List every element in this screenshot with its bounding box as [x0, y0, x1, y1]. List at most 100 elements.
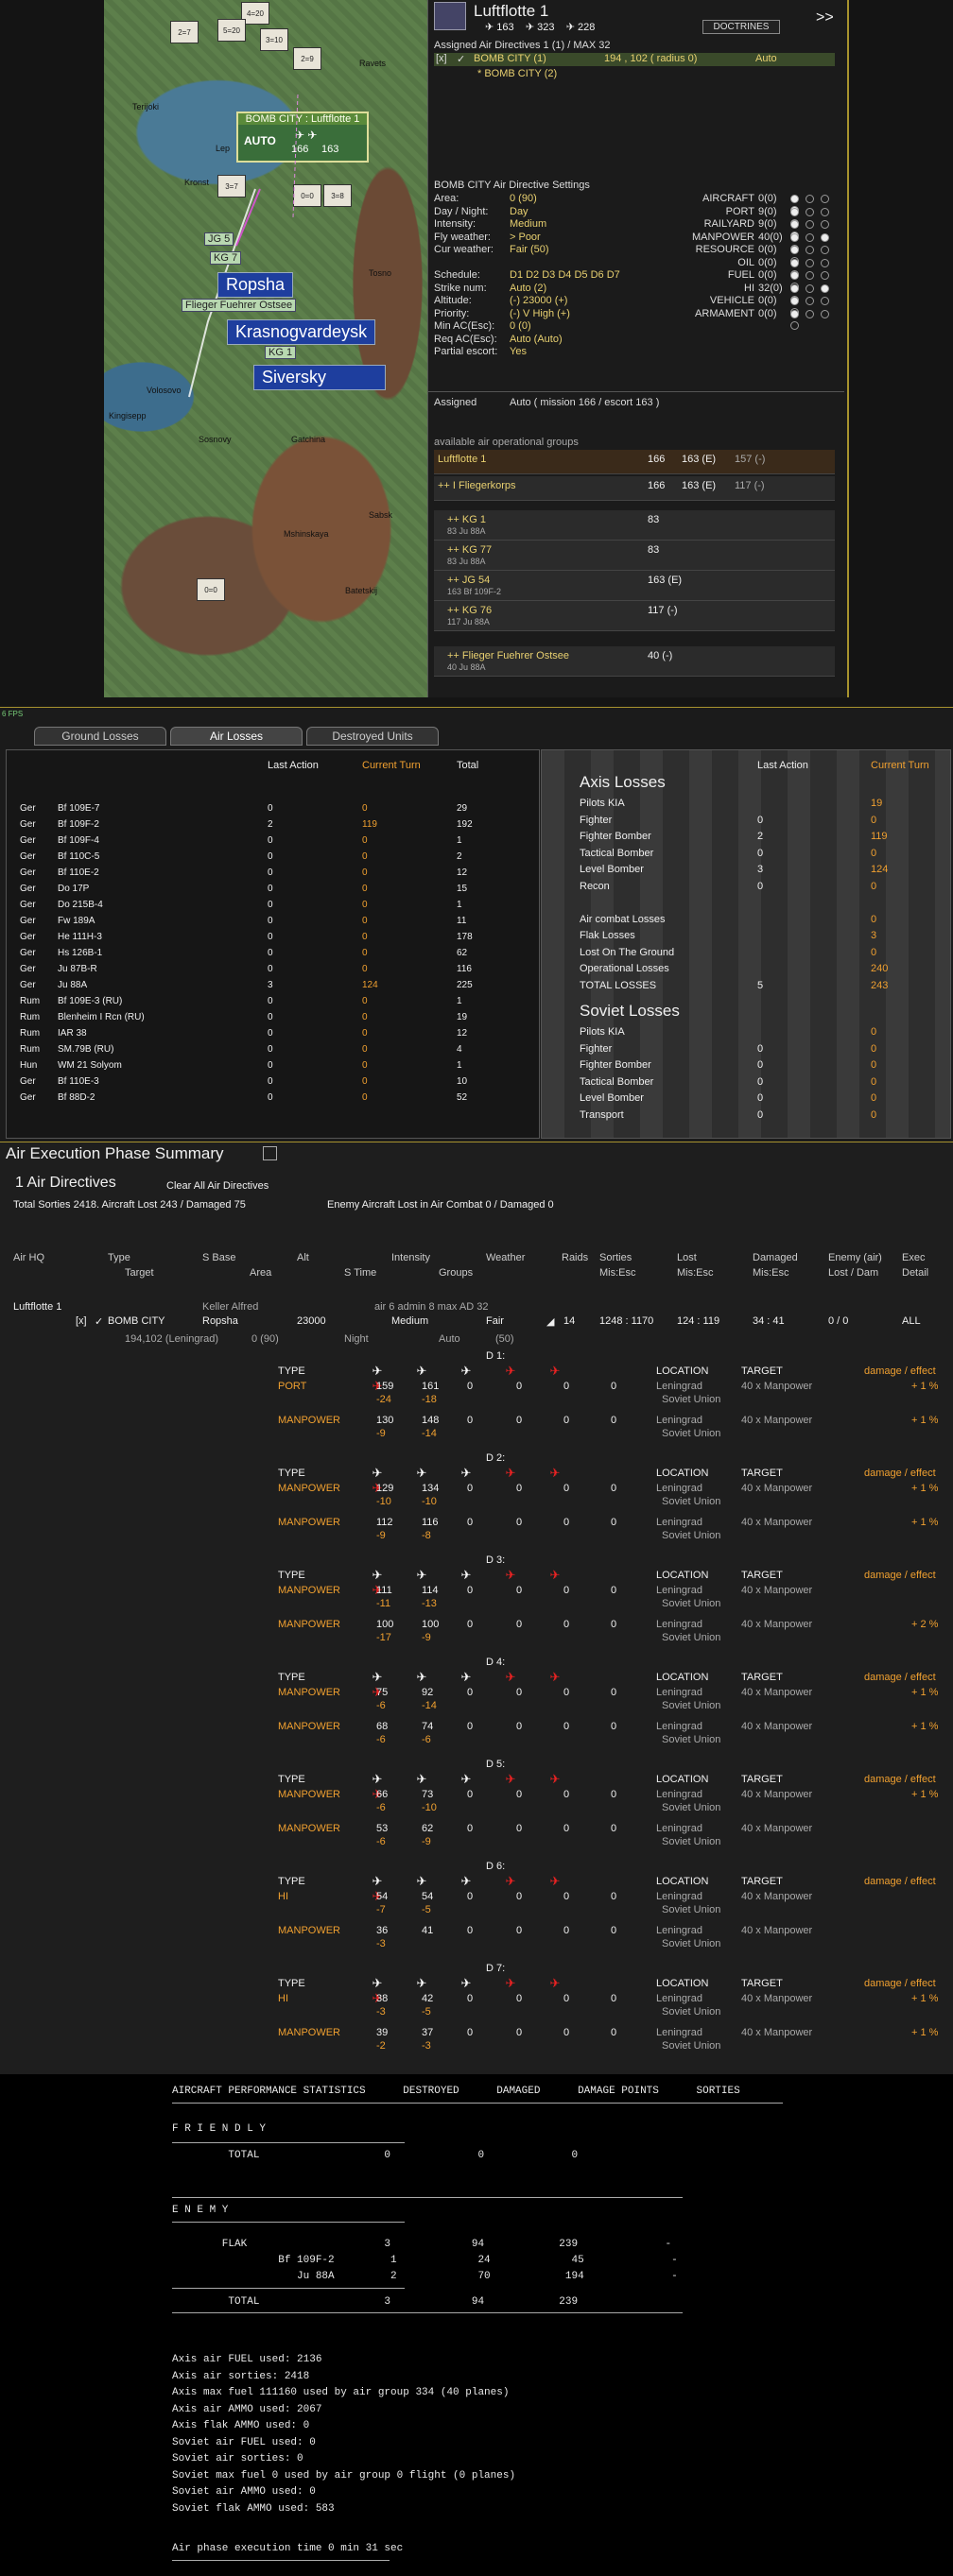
radio-dot[interactable] — [821, 232, 829, 242]
directive-checkbox[interactable]: [x] — [436, 53, 447, 64]
group-row[interactable]: ++ JG 54 163 Bf 109F-2 163 (E) — [434, 571, 835, 601]
unit-label[interactable]: Flieger Fuehrer Ostsee — [182, 299, 297, 312]
radio-dot[interactable] — [806, 297, 814, 305]
radio-dot[interactable] — [790, 309, 799, 318]
directive-checkbox[interactable]: [x] — [76, 1315, 87, 1327]
doctrines-button[interactable]: DOCTRINES — [702, 20, 780, 34]
radio-dot[interactable] — [790, 283, 799, 293]
group-row[interactable]: ++ KG 1 83 Ju 88A 83 — [434, 510, 835, 541]
sorties-b: 92 — [422, 1687, 434, 1698]
clear-all-button[interactable]: Clear All Air Directives — [166, 1180, 269, 1192]
base-label-siversky[interactable]: Siversky — [253, 365, 386, 390]
loss-cell: 0 — [268, 1076, 273, 1087]
next-button[interactable]: >> — [816, 9, 834, 26]
col-header: Mis:Esc — [599, 1267, 636, 1279]
radio-dot[interactable] — [790, 195, 799, 203]
radio-group[interactable] — [790, 309, 849, 333]
summary-icon[interactable] — [263, 1146, 277, 1160]
radio-dot[interactable] — [790, 297, 799, 305]
check-icon: ✓ — [457, 54, 466, 65]
unit-label[interactable]: JG 5 — [204, 232, 234, 246]
radio-dot[interactable] — [806, 195, 814, 203]
zero-value: 0 — [563, 1925, 570, 1936]
panel-title: Luftflotte 1 — [474, 2, 549, 20]
tab-ground-losses[interactable]: Ground Losses — [34, 727, 166, 746]
group-row[interactable]: ++ KG 77 83 Ju 88A 83 — [434, 541, 835, 571]
radio-dot[interactable] — [821, 195, 829, 203]
radio-dot[interactable] — [790, 246, 799, 254]
setting-value[interactable]: Yes — [510, 346, 527, 357]
setting-value[interactable]: Auto (Auto) — [510, 334, 563, 345]
setting-value[interactable]: Fair (50) — [510, 244, 549, 255]
tab-destroyed-units[interactable]: Destroyed Units — [306, 727, 439, 746]
location: Leningrad — [656, 2027, 702, 2038]
directive-row[interactable]: [x] ✓ BOMB CITY (1) 194 , 102 ( radius 0… — [434, 53, 835, 66]
loss-row: Ger Ju 88A 3 124 225 — [7, 980, 536, 994]
country: Soviet Union — [662, 2006, 721, 2018]
setting-value[interactable]: (-) V High (+) — [510, 308, 570, 319]
radio-dot[interactable] — [821, 220, 829, 229]
base-label-ropsha[interactable]: Ropsha — [217, 272, 294, 298]
tab-air-losses[interactable]: Air Losses — [170, 727, 303, 746]
directive-summary-row[interactable]: [x] ✓ BOMB CITY Ropsha 23000 Medium Fair… — [0, 1315, 953, 1332]
radio-dot[interactable] — [821, 207, 829, 216]
radio-dot[interactable] — [821, 297, 829, 305]
setting-value[interactable]: D1 D2 D3 D4 D5 D6 D7 — [510, 269, 620, 281]
radio-dot[interactable] — [790, 258, 799, 267]
map-view[interactable]: 4=20 2=7 5=20 3=10 2=9 3=7 0=0 3=8 0=0 T… — [104, 0, 427, 697]
setting-label: Intensity: — [434, 218, 476, 230]
radio-dot[interactable] — [806, 309, 814, 318]
loss-a: -6 — [376, 1802, 386, 1813]
radio-dot[interactable] — [790, 320, 799, 330]
base-label-krasnogvardeysk[interactable]: Krasnogvardeysk — [227, 319, 376, 345]
group-row[interactable]: Luftflotte 1 166 163 (E) 157 (-) — [434, 450, 835, 474]
strike-base: Ropsha — [202, 1315, 238, 1327]
setting-value[interactable]: 0 (90) — [510, 193, 537, 204]
loss-cell: Bf 109F-2 — [58, 819, 99, 830]
target-coord: 194,102 (Leningrad) — [125, 1333, 219, 1345]
zero-value: 0 — [516, 1619, 523, 1630]
radio-dot[interactable] — [790, 232, 799, 242]
axis-last: 5 — [757, 979, 764, 991]
group-name: ++ Flieger Fuehrer Ostsee — [447, 650, 570, 661]
unit-label[interactable]: KG 1 — [265, 346, 297, 359]
radio-dot[interactable] — [821, 258, 829, 267]
radio-dot[interactable] — [821, 283, 829, 293]
group-row[interactable]: ++ Flieger Fuehrer Ostsee 40 Ju 88A 40 (-) — [434, 646, 835, 677]
radio-dot[interactable] — [821, 246, 829, 254]
exec-detail[interactable]: ALL — [902, 1315, 921, 1327]
loss-row: Ger Do 215B-4 0 0 1 — [7, 900, 536, 914]
radio-dot[interactable] — [821, 271, 829, 280]
radio-dot[interactable] — [806, 246, 814, 254]
radio-dot[interactable] — [806, 258, 814, 267]
radio-dot[interactable] — [806, 271, 814, 280]
radio-dot[interactable] — [806, 207, 814, 216]
setting-value[interactable]: (-) 23000 (+) — [510, 295, 567, 306]
axis-soviet-summary: Last Action Current Turn Axis Losses Pil… — [541, 749, 951, 1139]
friendly-header: F R I E N D L Y — [172, 2123, 267, 2135]
day-label: D 3: — [486, 1554, 506, 1566]
setting-value[interactable]: > Poor — [510, 232, 541, 243]
radio-dot[interactable] — [790, 271, 799, 280]
radio-dot[interactable] — [790, 220, 799, 229]
setting-value[interactable]: Day — [510, 206, 528, 217]
radio-dot[interactable] — [806, 220, 814, 229]
setting-value[interactable]: Auto (2) — [510, 283, 546, 294]
plane-icon: ✈ — [549, 1772, 561, 1786]
col-header: S Base — [202, 1252, 236, 1263]
group-row[interactable]: ++ I Fliegerkorps 166 163 (E) 117 (-) — [434, 476, 835, 501]
setting-value[interactable]: Medium — [510, 218, 546, 230]
zero-value: 0 — [467, 1381, 474, 1392]
location-header: LOCATION — [656, 1365, 709, 1377]
radio-dot[interactable] — [806, 232, 814, 242]
radio-dot[interactable] — [790, 207, 799, 216]
loss-cell: Rum — [20, 996, 41, 1006]
target-value: 9(0) — [758, 205, 777, 217]
setting-value[interactable]: 0 (0) — [510, 320, 531, 332]
radio-dot[interactable] — [821, 309, 829, 318]
radio-dot[interactable] — [806, 283, 814, 293]
group-row[interactable]: ++ KG 76 117 Ju 88A 117 (-) — [434, 601, 835, 631]
axis-label: TOTAL LOSSES — [580, 979, 657, 991]
loss-cell: 29 — [457, 803, 468, 814]
unit-label[interactable]: KG 7 — [210, 251, 242, 265]
